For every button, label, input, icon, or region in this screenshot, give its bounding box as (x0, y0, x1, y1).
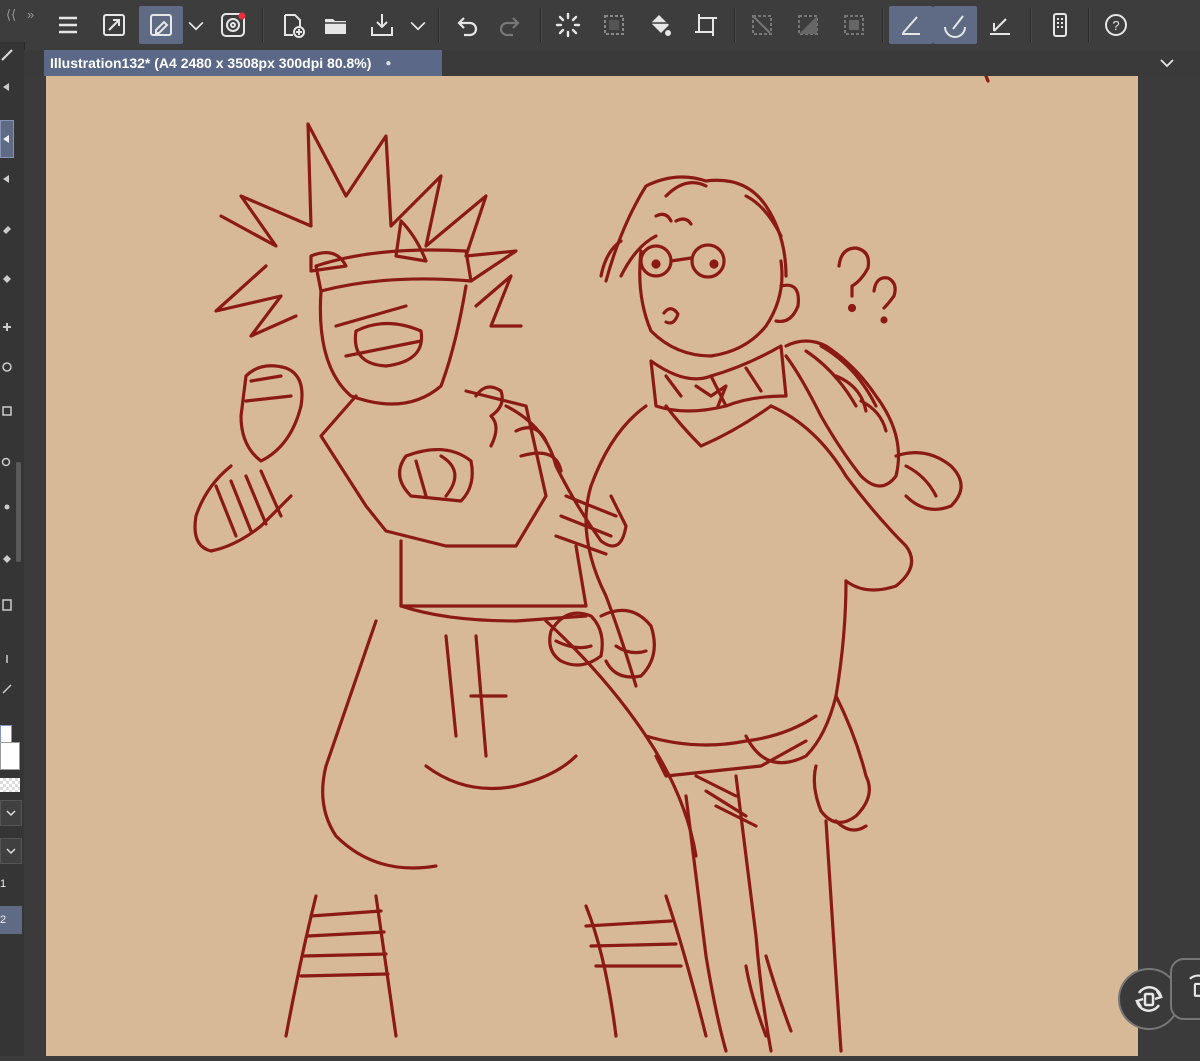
clear-selection-icon[interactable] (742, 6, 782, 44)
collapse-panel-icon[interactable]: ⟨⟨ (6, 8, 16, 22)
tool-marker-icon[interactable] (0, 166, 14, 192)
fill-icon[interactable] (640, 6, 680, 44)
crop-icon[interactable] (686, 6, 726, 44)
tool-plus-icon[interactable] (0, 314, 14, 340)
selection-icon[interactable] (594, 6, 634, 44)
svg-text:?: ? (1112, 18, 1119, 33)
transform-icon[interactable] (139, 6, 183, 44)
tool-zoom-icon[interactable] (0, 450, 14, 476)
dropdown-icon[interactable] (184, 6, 208, 44)
transparent-color-swatch[interactable] (0, 778, 20, 792)
drawing-canvas[interactable] (46, 74, 1138, 1056)
loading-spinner-icon[interactable] (548, 6, 588, 44)
dropdown-icon[interactable] (406, 6, 430, 44)
export-icon[interactable] (362, 6, 402, 44)
tool-strip: 1 2 (0, 42, 25, 1056)
flip-canvas-icon[interactable] (1170, 958, 1200, 1020)
expand-panel-icon[interactable]: » (27, 8, 34, 22)
brush-icon[interactable] (933, 6, 977, 44)
document-tab-bar: Illustration132* (A4 2480 x 3508px 300dp… (24, 50, 1200, 76)
help-icon[interactable]: ? (1096, 6, 1136, 44)
blend-dropdown[interactable] (0, 800, 22, 826)
frame-icon[interactable] (834, 6, 874, 44)
tool-line-icon[interactable] (0, 676, 14, 702)
sub-color-swatch[interactable] (0, 742, 20, 770)
circle-target-icon[interactable] (213, 6, 253, 44)
layer-number[interactable]: 1 (0, 878, 6, 890)
command-bar: ⟨⟨ » ? (0, 0, 1200, 51)
tool-selected-icon[interactable] (0, 120, 14, 158)
tool-marker-icon[interactable] (0, 546, 14, 572)
tool-lasso-icon[interactable] (0, 354, 14, 380)
open-folder-icon[interactable] (316, 6, 356, 44)
layer-dropdown[interactable] (0, 838, 22, 864)
tool-eraser-icon[interactable] (0, 216, 14, 242)
pen-icon[interactable] (980, 6, 1020, 44)
invert-selection-icon[interactable] (788, 6, 828, 44)
ruler-snap-icon[interactable] (889, 6, 933, 44)
canvas-vertical-gutter (1162, 76, 1200, 1056)
tool-bucket-icon[interactable] (0, 266, 14, 292)
menu-icon[interactable] (48, 6, 88, 44)
undo-icon[interactable] (446, 6, 486, 44)
tool-sun-icon[interactable] (0, 494, 14, 520)
redo-icon[interactable] (491, 6, 531, 44)
tool-strip-scrollbar[interactable] (16, 462, 21, 562)
tool-rect-icon[interactable] (0, 592, 14, 618)
document-tab-title: Illustration132* (A4 2480 x 3508px 300dp… (50, 55, 372, 71)
tool-marker-icon[interactable] (0, 74, 14, 100)
tab-list-dropdown-icon[interactable] (1156, 53, 1178, 73)
canvas-area[interactable] (24, 74, 1200, 1056)
layer-number-selected[interactable]: 2 (0, 906, 22, 934)
sketch-artwork (193, 74, 990, 1053)
device-icon[interactable] (1040, 6, 1080, 44)
pen-tool-icon[interactable] (0, 42, 14, 68)
new-file-icon[interactable] (272, 6, 312, 44)
document-tab[interactable]: Illustration132* (A4 2480 x 3508px 300dp… (44, 50, 442, 76)
fit-screen-icon[interactable] (94, 6, 134, 44)
tool-plus-icon[interactable] (0, 646, 14, 672)
tool-layer-icon[interactable] (0, 398, 14, 424)
modified-indicator: ● (385, 57, 392, 69)
